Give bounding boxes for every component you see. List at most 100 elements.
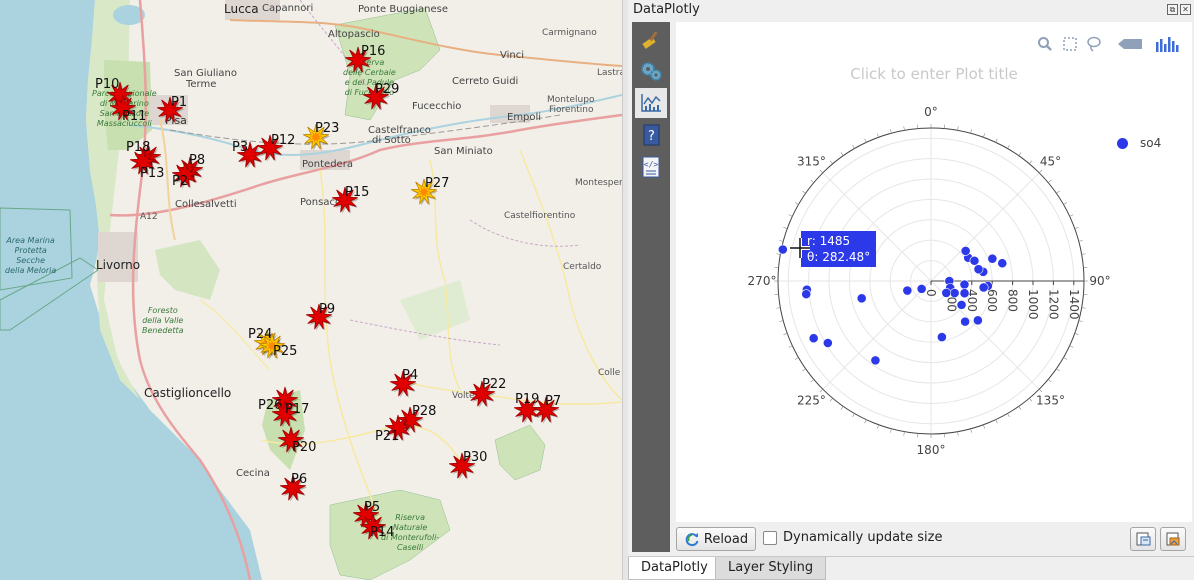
data-point [916, 283, 927, 294]
angular-tick-mark [810, 379, 814, 383]
code-icon[interactable]: </> [635, 152, 667, 182]
angular-tick-mark [779, 240, 784, 242]
angular-tick-mark [840, 152, 844, 156]
angular-tick-mark [829, 160, 833, 164]
settings-brush-icon[interactable] [635, 24, 667, 54]
data-point [973, 264, 984, 275]
dataplotly-dock: DataPlotly ⧉ ✕ ? </> Click to enter Plot… [628, 0, 1194, 580]
angular-gridline [930, 172, 1040, 282]
point-label-p23: P23 [315, 121, 340, 136]
angular-tick-mark [1069, 214, 1074, 217]
angular-tick-mark [1056, 190, 1060, 194]
point-label-p16: P16 [361, 44, 386, 59]
radial-tick-label: 1000 [1026, 289, 1040, 320]
data-point [777, 244, 788, 255]
legend-entry-so4: so4 [1140, 136, 1162, 150]
export-image-button[interactable] [1160, 527, 1186, 551]
angular-tick-label: 315° [797, 154, 826, 168]
angular-tick-mark [776, 307, 781, 309]
chart-legend[interactable]: so4 [1117, 136, 1161, 150]
data-point [997, 258, 1008, 269]
angular-tick-mark [903, 431, 905, 436]
point-label-p15: P15 [345, 185, 370, 200]
angular-tick-mark [794, 202, 799, 205]
angular-tick-mark [1074, 333, 1079, 335]
angular-tick-mark [788, 345, 793, 348]
reload-label: Reload [703, 531, 749, 547]
angular-tick-mark [1063, 357, 1068, 360]
data-point [960, 245, 971, 256]
angular-tick-label: 90° [1089, 274, 1110, 288]
data-point [956, 299, 967, 310]
plot-icon[interactable] [635, 88, 667, 118]
angular-tick-mark [810, 179, 814, 183]
angular-tick-label: 180° [917, 443, 946, 457]
place-label: San Miniato [434, 146, 493, 157]
angular-tick-mark [890, 428, 892, 433]
point-label-p11: P11 [122, 109, 147, 124]
legend-marker [1117, 137, 1128, 149]
dock-title: DataPlotly [633, 2, 700, 17]
point-label-p21: P21 [375, 429, 400, 444]
data-point [959, 279, 970, 290]
data-point [870, 355, 881, 366]
place-label: Livorno [96, 258, 141, 272]
angular-tick-mark [1056, 368, 1060, 372]
place-label: Fucecchio [412, 101, 462, 112]
data-point [972, 315, 983, 326]
place-label: Colle [598, 368, 621, 378]
place-label: Cerreto Guidi [452, 76, 519, 87]
angular-tick-mark [829, 398, 833, 402]
reload-button[interactable]: Reload [676, 527, 756, 551]
point-label-p9: P9 [319, 302, 336, 317]
bottom-toolbar: Reload Dynamically update size [676, 524, 1192, 554]
place-label: Certaldo [563, 262, 602, 272]
angular-tick-mark [995, 138, 998, 143]
close-icon[interactable]: ✕ [1180, 4, 1191, 15]
tab-dataplotly[interactable]: DataPlotly [628, 557, 721, 580]
export-image-icon [1166, 532, 1180, 546]
map-basemap [0, 0, 622, 580]
angular-tick-label: 225° [797, 394, 826, 408]
data-point [801, 289, 812, 300]
point-label-p25: P25 [273, 344, 298, 359]
angular-tick-mark [1029, 160, 1033, 164]
angular-tick-mark [802, 368, 806, 372]
float-icon[interactable]: ⧉ [1167, 4, 1178, 15]
place-label: Castelfiorentino [504, 211, 576, 221]
angular-tick-mark [877, 424, 879, 429]
hover-theta: θ: 282.48° [807, 250, 871, 264]
help-icon[interactable]: ? [635, 120, 667, 150]
export-html-button[interactable] [1130, 527, 1156, 551]
angular-tick-mark [1038, 169, 1043, 174]
export-html-icon [1136, 532, 1151, 546]
point-label-p12: P12 [271, 133, 296, 148]
tab-layer-styling[interactable]: Layer Styling [715, 557, 827, 580]
place-label: Lucca [224, 2, 259, 16]
place-label: Montelupo [547, 95, 595, 105]
angular-tick-mark [794, 357, 799, 360]
angular-tick-label: 0° [924, 105, 938, 119]
point-label-p27: P27 [425, 176, 450, 191]
data-point [822, 338, 833, 348]
angular-tick-mark [819, 388, 824, 393]
plot-canvas[interactable]: Click to enter Plot title 0° 45° 90° 135° 18… [676, 22, 1192, 522]
reload-icon [685, 533, 699, 547]
data-point [936, 332, 947, 342]
angular-tick-mark [970, 129, 972, 134]
place-label: Montespert [575, 178, 622, 188]
angular-tick-mark [957, 126, 959, 131]
point-label-p2: P2 [172, 174, 189, 189]
place-label: Collesalvetti [175, 199, 237, 210]
angular-tick-mark [995, 419, 998, 424]
map-canvas[interactable]: Lucca Capannori Ponte Buggianese Altopascio… [0, 0, 622, 580]
angular-tick-mark [1063, 202, 1068, 205]
point-label-p29: P29 [375, 82, 400, 97]
point-label-p6: P6 [291, 472, 308, 487]
polar-scatter-chart[interactable]: 0°45°90°135°180°225°270°315°0 200 400 600 80… [676, 22, 1192, 522]
angular-tick-mark [852, 413, 855, 418]
angular-tick-mark [1007, 413, 1010, 418]
gears-icon[interactable] [635, 56, 667, 86]
angular-gridline [822, 280, 932, 390]
dynamic-update-checkbox[interactable] [763, 531, 777, 545]
